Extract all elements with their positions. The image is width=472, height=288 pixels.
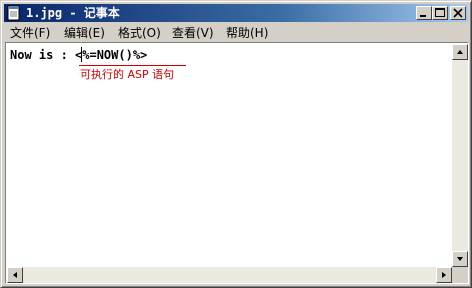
arrow-right-icon [442, 272, 446, 278]
menu-edit[interactable]: 编辑(E) [64, 25, 105, 41]
horizontal-scrollbar[interactable] [7, 267, 452, 283]
asp-annotation: 可执行的 ASP 语句 [80, 68, 175, 81]
close-icon [453, 8, 463, 18]
menu-help[interactable]: 帮助(H) [226, 25, 268, 41]
notepad-icon[interactable] [7, 5, 21, 21]
menu-bar: 文件(F) 编辑(E) 格式(O) 查看(V) 帮助(H) [4, 23, 468, 42]
scroll-right-button[interactable] [436, 267, 452, 283]
arrow-left-icon [13, 272, 17, 278]
scroll-up-button[interactable] [452, 44, 468, 60]
editor-text: Now is : <%=NOW()%> [10, 48, 148, 62]
maximize-button[interactable] [432, 6, 448, 20]
arrow-down-icon [457, 257, 463, 261]
scroll-down-button[interactable] [452, 251, 468, 267]
vertical-scrollbar[interactable] [452, 44, 468, 267]
minimize-icon [420, 15, 426, 17]
arrow-up-icon [457, 50, 463, 54]
size-grip[interactable] [452, 267, 468, 283]
annotation-underline [79, 65, 186, 66]
title-bar[interactable]: 1.jpg - 记事本 [4, 4, 468, 22]
close-button[interactable] [450, 6, 466, 20]
notepad-window: 1.jpg - 记事本 文件(F) 编辑(E) 格式(O) 查看(V) 帮助(H… [0, 0, 472, 288]
window-title: 1.jpg - 记事本 [26, 6, 120, 20]
editor-content-area[interactable]: Now is : <%=NOW()%> 可执行的 ASP 语句 [7, 44, 452, 267]
text-caret [81, 47, 82, 62]
menu-format[interactable]: 格式(O) [118, 25, 161, 41]
scroll-left-button[interactable] [7, 267, 23, 283]
menu-view[interactable]: 查看(V) [172, 25, 214, 41]
maximize-icon [435, 8, 445, 17]
menu-file[interactable]: 文件(F) [10, 25, 50, 41]
minimize-button[interactable] [416, 6, 432, 20]
text-editor[interactable]: Now is : <%=NOW()%> 可执行的 ASP 语句 [5, 42, 469, 284]
